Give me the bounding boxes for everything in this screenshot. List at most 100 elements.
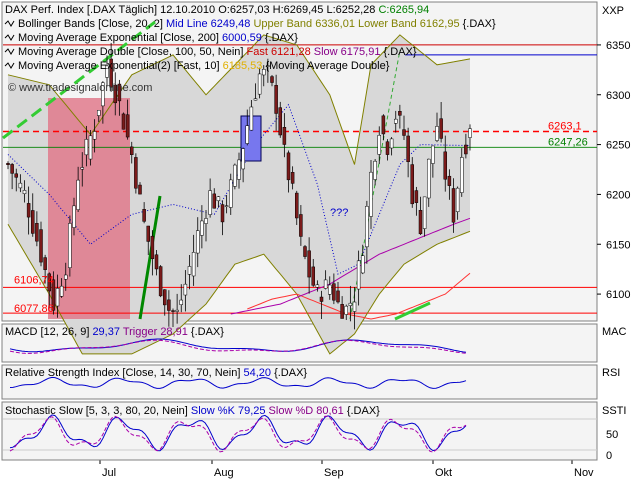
candle-body <box>212 193 216 209</box>
candle-body <box>26 203 31 218</box>
candle-body <box>303 246 307 257</box>
legend-line: Bollinger Bands [Close, 20, 2] Mid Line … <box>18 18 496 30</box>
watermark: © www.tradesignalonline.com <box>8 82 152 94</box>
legend-part: Relative Strength Index [Close, 14, 30, … <box>5 367 243 379</box>
legend-part: {.DAX} <box>463 18 496 30</box>
main-scale-label: XXP <box>602 5 624 17</box>
chart-canvas: XXP 6100 6150 6200 6250 6300 6350 MAC RSI SST… <box>1 1 630 479</box>
legend-part: Moving Average Exponential [Close, 200] <box>18 32 222 44</box>
candle-body <box>125 114 130 138</box>
candle-body <box>196 230 200 254</box>
candle-body <box>167 299 171 311</box>
candle-body <box>35 223 39 242</box>
candle-body <box>435 126 439 141</box>
candle-body <box>249 106 254 131</box>
candle-body <box>381 115 386 135</box>
y-tick-label: 6250 <box>606 140 630 152</box>
candle-body <box>220 204 225 223</box>
candle-body <box>464 144 468 155</box>
time-label: Jul <box>102 467 116 479</box>
candle-body <box>394 118 398 124</box>
candle-body <box>282 127 287 145</box>
candle-body <box>332 283 336 301</box>
candle-body <box>175 309 179 312</box>
stoch-scale-label: SSTI <box>602 405 626 417</box>
main-title: DAX Perf. Index [.DAX Täglich] 12.10.201… <box>5 4 429 16</box>
y-tick-label: 6150 <box>606 239 630 251</box>
candle-body <box>18 182 23 189</box>
candle-body <box>278 107 282 136</box>
candle-body <box>80 167 84 170</box>
candle-body <box>451 188 456 223</box>
candle-body <box>422 196 427 229</box>
time-axis: Jul Aug Sep Okt Nov <box>2 459 597 479</box>
candle-body <box>6 163 10 165</box>
candle-body <box>414 190 419 203</box>
candle-body <box>274 85 278 114</box>
legend-part: {.DAX} <box>265 32 298 44</box>
legend-part: Moving Average Exponential(2) [Fast, 10] <box>18 60 223 72</box>
candle-body <box>460 157 464 193</box>
candle-body <box>340 304 344 319</box>
legend-part: Slow 6175,91 <box>314 46 384 58</box>
y-tick-label: 6300 <box>606 90 630 102</box>
candle-body <box>142 209 146 222</box>
candle-body <box>365 205 369 248</box>
candle-body <box>361 255 365 274</box>
legend-part: MACD [12, 26, 9] <box>5 326 92 338</box>
legend-part: 6000,59 <box>222 32 265 44</box>
candle-body <box>402 129 406 136</box>
candle-body <box>377 135 381 155</box>
candle-body <box>187 266 192 275</box>
legend-part: H:6269,45 <box>273 4 327 16</box>
candle-body <box>14 173 18 178</box>
legend-part: Stochastic Slow [5, 3, 3, 80, 20, Nein] <box>5 405 191 417</box>
candle-body <box>245 125 249 144</box>
legend-part: {.DAX} <box>347 405 380 417</box>
legend-part: Bollinger Bands [Close, 20, 2] <box>18 18 166 30</box>
candle-body <box>418 210 423 235</box>
candle-body <box>356 260 361 290</box>
legend-part: L:6252,28 <box>326 4 378 16</box>
candle-body <box>311 266 315 286</box>
legend-part: {Moving Average Double} <box>265 60 389 72</box>
candle-body <box>319 296 324 302</box>
legend-part: Lower Band 6162,95 <box>358 18 463 30</box>
time-label: Nov <box>574 467 594 479</box>
candle-body <box>286 152 291 181</box>
candle-body <box>385 141 390 155</box>
candle-body <box>344 305 348 315</box>
candle-body <box>455 187 460 212</box>
candle-body <box>352 301 357 312</box>
candle-body <box>121 113 126 130</box>
candle-body <box>150 235 155 259</box>
candle-body <box>88 135 93 160</box>
candle-body <box>468 128 472 138</box>
candle-body <box>427 158 431 199</box>
candle-body <box>84 139 89 156</box>
candle-body <box>241 148 245 170</box>
candle-body <box>154 254 159 270</box>
legend-part: Trigger 28,91 <box>123 326 191 338</box>
legend-part: 54,20 <box>243 367 274 379</box>
annotation-question: ??? <box>330 207 348 219</box>
candle-body <box>163 289 167 306</box>
candle-body <box>389 138 394 149</box>
legend-part: Mid Line 6249,48 <box>166 18 253 30</box>
macd-legend: MACD [12, 26, 9] 29,37 Trigger 28,91 {.D… <box>5 326 224 338</box>
candle-body <box>200 220 204 236</box>
candle-body <box>290 172 295 184</box>
candle-body <box>146 225 150 242</box>
candle-body <box>410 164 414 205</box>
candle-body <box>39 229 43 263</box>
legend-part: Slow %D 80,61 <box>269 405 347 417</box>
candle-body <box>76 179 80 210</box>
time-label: Sep <box>324 467 344 479</box>
y-tick-label: 6100 <box>606 289 630 301</box>
candle-body <box>406 135 410 163</box>
candle-body <box>72 205 76 228</box>
legend-line: Moving Average Double [Close, 100, 50, N… <box>18 46 417 58</box>
y-tick-label: 6200 <box>606 189 630 201</box>
stoch-tick-label: 50 <box>606 429 618 441</box>
candle-body <box>295 192 299 219</box>
